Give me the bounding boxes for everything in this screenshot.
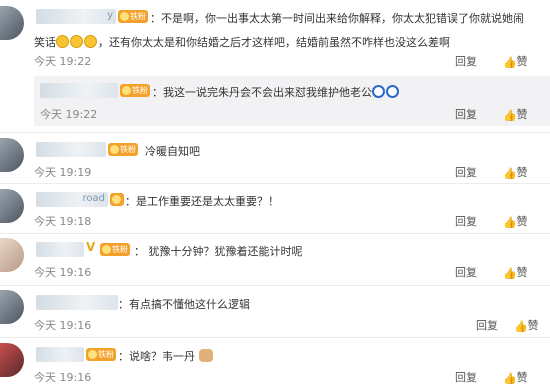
timestamp: 今天 19:22 bbox=[40, 108, 98, 121]
timestamp: 今天 19:16 bbox=[34, 319, 92, 332]
thumb-up-icon: 👍 bbox=[503, 216, 517, 229]
reply-button[interactable]: 回复 bbox=[455, 213, 477, 229]
username-blurred[interactable] bbox=[36, 242, 84, 257]
thumb-up-icon: 👍 bbox=[503, 56, 517, 69]
emoji-icon bbox=[70, 35, 83, 48]
username-blurred[interactable] bbox=[36, 347, 84, 362]
doge-emoji-icon bbox=[198, 349, 213, 362]
comment-text: ： 犹豫十分钟？犹豫着还能计时呢 bbox=[134, 245, 303, 258]
like-button[interactable]: 👍 赞 bbox=[503, 264, 528, 280]
username-visible-part: road bbox=[82, 193, 106, 204]
fan-badge: 铁粉 bbox=[86, 348, 116, 361]
thumb-up-icon: 👍 bbox=[503, 109, 517, 122]
like-label: 赞 bbox=[516, 215, 528, 228]
avatar[interactable] bbox=[0, 343, 24, 377]
avatar[interactable] bbox=[0, 6, 24, 40]
comment-text-content: 犹豫十分钟？犹豫着还能计时呢 bbox=[148, 245, 303, 258]
reply-button[interactable]: 回复 bbox=[476, 317, 498, 333]
avatar[interactable] bbox=[0, 189, 24, 223]
badge-label: 铁粉 bbox=[98, 350, 114, 359]
like-button[interactable]: 👍 赞 bbox=[503, 164, 528, 180]
divider bbox=[0, 285, 550, 286]
divider bbox=[0, 337, 550, 338]
badge-label: 铁粉 bbox=[120, 145, 136, 154]
timestamp: 今天 19:22 bbox=[34, 55, 92, 68]
reply-text: ：我这一说完朱丹会不会出来怼我维护他老公 bbox=[152, 84, 400, 100]
badge-label: 铁粉 bbox=[130, 12, 146, 21]
thumb-up-icon: 👍 bbox=[503, 372, 517, 385]
like-button[interactable]: 👍 赞 bbox=[503, 53, 528, 69]
fan-badge-small bbox=[110, 193, 124, 206]
timestamp: 今天 19:19 bbox=[34, 166, 92, 179]
comment-text: 冷暖自知吧 bbox=[145, 145, 200, 158]
emoji-icon bbox=[56, 35, 69, 48]
like-label: 赞 bbox=[516, 55, 528, 68]
username-blurred[interactable] bbox=[40, 83, 118, 98]
timestamp: 今天 19:16 bbox=[34, 371, 92, 384]
username-blurred[interactable] bbox=[36, 295, 118, 310]
username-blurred[interactable]: road bbox=[36, 192, 108, 207]
like-label: 赞 bbox=[516, 166, 528, 179]
timestamp: 今天 19:16 bbox=[34, 266, 92, 279]
thumb-up-icon: 👍 bbox=[514, 320, 528, 333]
like-label: 赞 bbox=[516, 108, 528, 121]
like-button[interactable]: 👍 赞 bbox=[514, 317, 539, 333]
comment-text: ：是工作重要还是太太重要？！ bbox=[125, 195, 279, 208]
like-label: 赞 bbox=[516, 266, 528, 279]
like-label: 赞 bbox=[527, 319, 539, 332]
comment-text-content: ：说啥？韦一丹 bbox=[118, 350, 195, 363]
emoji-icon bbox=[84, 35, 97, 48]
reply-button[interactable]: 回复 bbox=[455, 369, 477, 385]
like-button[interactable]: 👍 赞 bbox=[503, 213, 528, 229]
shocked-emoji-icon bbox=[386, 85, 399, 98]
username-blurred[interactable] bbox=[36, 142, 106, 157]
comment-text: ：有点搞不懂他这什么逻辑 bbox=[118, 298, 250, 311]
reply-text-content: ：我这一说完朱丹会不会出来怼我维护他老公 bbox=[152, 86, 372, 99]
like-button[interactable]: 👍 赞 bbox=[503, 369, 528, 385]
thumb-up-icon: 👍 bbox=[503, 167, 517, 180]
reply-button[interactable]: 回复 bbox=[455, 164, 477, 180]
comment-text: ：说啥？韦一丹 bbox=[118, 348, 213, 364]
thumb-up-icon: 👍 bbox=[503, 267, 517, 280]
fan-badge: 铁粉 bbox=[118, 10, 148, 23]
fan-badge: 铁粉 bbox=[108, 143, 138, 156]
like-label: 赞 bbox=[516, 371, 528, 384]
comment-text: ：不是啊，你一出事太太第一时间出来给你解释，你太太犯错误了你就说她闹 bbox=[150, 12, 524, 25]
fan-badge: 铁粉 bbox=[100, 243, 130, 256]
comment-text-part: ，还有你太太是和你结婚之后才这样吧，结婚前虽然不咋样也没这么差啊 bbox=[98, 36, 450, 49]
comment-text-part: 笑话 bbox=[34, 36, 56, 49]
divider bbox=[0, 183, 550, 184]
timestamp: 今天 19:18 bbox=[34, 215, 92, 228]
username-visible-part: y bbox=[107, 10, 113, 21]
fan-badge: 铁粉 bbox=[120, 84, 150, 97]
reply-button[interactable]: 回复 bbox=[455, 264, 477, 280]
comment-text-line2: 笑话 ，还有你太太是和你结婚之后才这样吧，结婚前虽然不咋样也没这么差啊 bbox=[34, 34, 450, 50]
username-blurred[interactable]: y bbox=[36, 9, 116, 24]
like-button[interactable]: 👍 赞 bbox=[503, 106, 528, 122]
badge-label: 铁粉 bbox=[112, 245, 128, 254]
badge-label: 铁粉 bbox=[132, 86, 148, 95]
avatar[interactable] bbox=[0, 238, 24, 272]
reply-button[interactable]: 回复 bbox=[455, 53, 477, 69]
divider bbox=[0, 132, 550, 133]
vip-v-icon: V bbox=[86, 240, 96, 254]
avatar[interactable] bbox=[0, 290, 24, 324]
avatar[interactable] bbox=[0, 138, 24, 172]
divider bbox=[0, 233, 550, 234]
shocked-emoji-icon bbox=[372, 85, 385, 98]
reply-button[interactable]: 回复 bbox=[455, 106, 477, 122]
